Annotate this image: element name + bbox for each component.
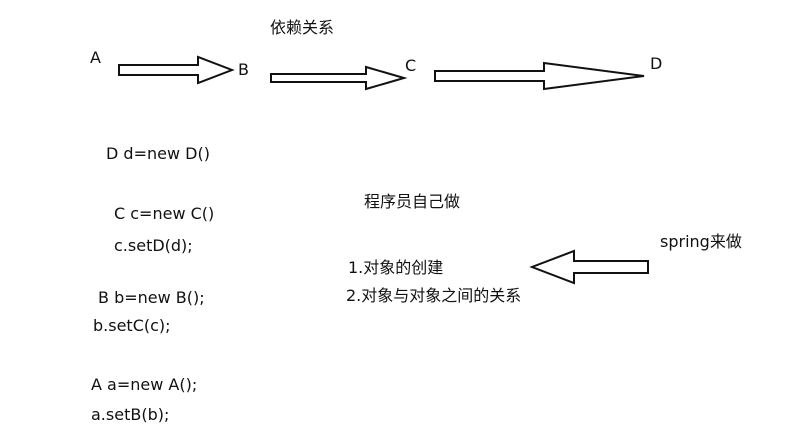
node-b: B xyxy=(238,60,249,79)
arrow-spring-to-list-shape xyxy=(529,249,649,285)
code-line-new-b: B b=new B(); xyxy=(98,288,205,307)
code-line-new-d: D d=new D() xyxy=(106,144,210,163)
code-line-new-c: C c=new C() xyxy=(114,204,215,223)
arrow-b-to-c-shape xyxy=(270,65,408,91)
list-item-object-relations: 2.对象与对象之间的关系 xyxy=(346,286,522,305)
node-c: C xyxy=(405,56,417,75)
code-line-new-a: A a=new A(); xyxy=(91,375,198,394)
spring-label: spring来做 xyxy=(660,232,742,251)
node-d: D xyxy=(650,54,663,73)
diagram-title: 依赖关系 xyxy=(270,18,335,37)
arrow-c-to-d xyxy=(434,61,645,91)
arrow-b-to-c xyxy=(270,65,408,91)
list-item-object-creation: 1.对象的创建 xyxy=(348,258,444,277)
node-a: A xyxy=(90,48,101,67)
arrow-spring-to-list xyxy=(529,249,649,285)
code-line-set-b: a.setB(b); xyxy=(91,405,170,424)
arrow-a-to-b-shape xyxy=(118,55,235,85)
code-line-set-d: c.setD(d); xyxy=(114,236,193,255)
code-line-set-c: b.setC(c); xyxy=(93,316,171,335)
arrow-c-to-d-shape xyxy=(434,61,645,91)
arrow-a-to-b xyxy=(118,55,235,85)
programmer-label: 程序员自己做 xyxy=(364,192,461,211)
